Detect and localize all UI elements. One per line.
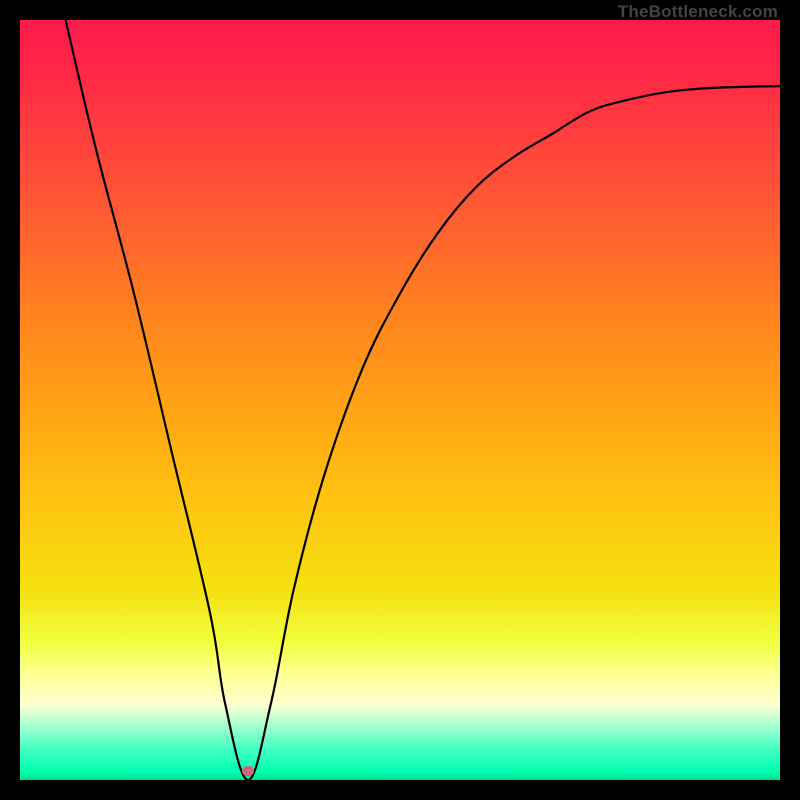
min-marker xyxy=(242,766,254,776)
bottleneck-curve xyxy=(20,20,780,780)
watermark-text: TheBottleneck.com xyxy=(618,2,778,22)
